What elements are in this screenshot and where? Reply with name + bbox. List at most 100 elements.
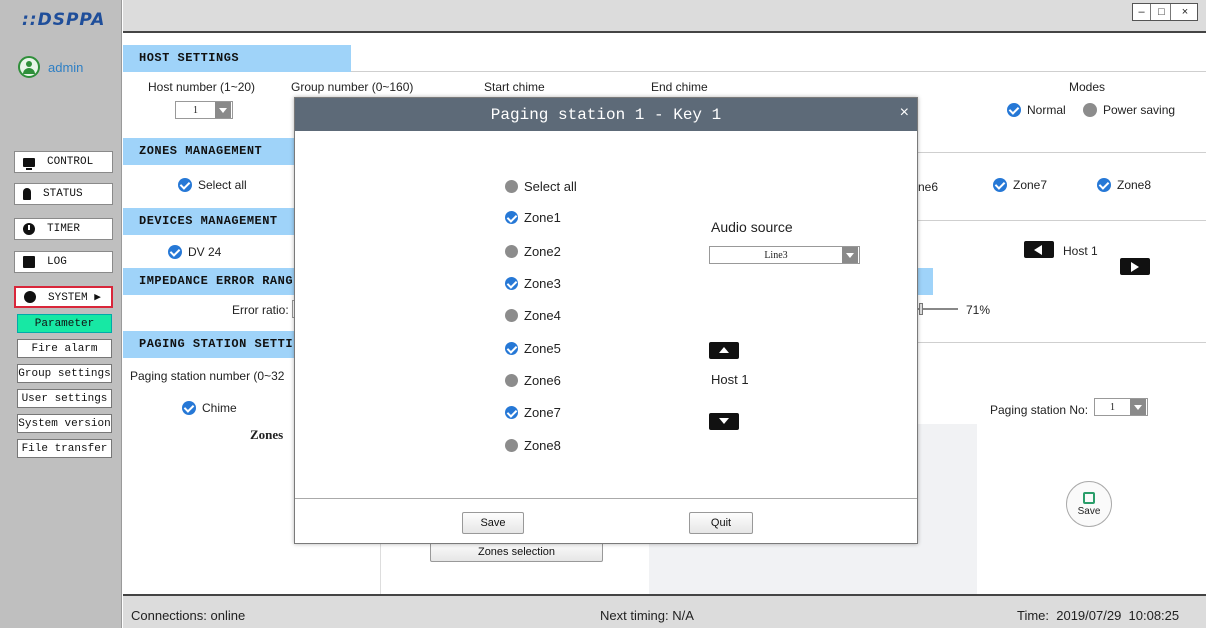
host-number-select[interactable]: 1 — [175, 101, 233, 119]
paging-station-no-select[interactable]: 1 — [1094, 398, 1148, 416]
checked-icon — [505, 277, 518, 290]
maximize-button[interactable]: □ — [1153, 4, 1171, 20]
checked-icon — [1097, 178, 1111, 192]
submenu-user-settings[interactable]: User settings — [17, 389, 112, 408]
zone8-checkbox[interactable]: Zone8 — [1097, 178, 1151, 192]
dialog-zone6-checkbox[interactable]: Zone6 — [505, 373, 561, 388]
zones-label: Zones — [250, 427, 284, 442]
dialog-title: Paging station 1 - Key 1 — [490, 105, 722, 124]
save-icon — [1083, 491, 1095, 504]
gear-icon — [24, 291, 36, 303]
audio-source-value: Line3 — [764, 249, 788, 261]
close-button[interactable]: × — [1173, 4, 1197, 20]
submenu-fire-alarm[interactable]: Fire alarm — [17, 339, 112, 358]
checked-icon — [1007, 103, 1021, 117]
zones-selection-button[interactable]: Zones selection — [430, 541, 603, 562]
error-ratio-label: Error ratio: — [232, 303, 289, 317]
host-number-value: 1 — [193, 104, 198, 116]
status-bar: Connections: online Next timing: N/A Tim… — [123, 594, 1206, 628]
user-info: admin — [18, 56, 83, 78]
connections-status: Connections: online — [131, 608, 246, 623]
zone8-label: Zone8 — [1117, 178, 1152, 192]
paging-station-no-value: 1 — [1110, 401, 1115, 413]
submenu-system-version[interactable]: System version — [17, 414, 112, 433]
mode-power-saving-label: Power saving — [1103, 103, 1176, 117]
nav-log-button[interactable]: LOG — [14, 251, 113, 273]
unchecked-icon — [505, 374, 518, 387]
dialog-host-label: Host 1 — [711, 372, 749, 387]
window-controls: – □ × — [1132, 3, 1198, 21]
zones-select-all-label: Select all — [198, 178, 247, 192]
dialog-zone2-label: Zone2 — [524, 244, 561, 259]
unchecked-icon — [505, 245, 518, 258]
dialog-zone5-label: Zone5 — [524, 341, 561, 356]
username: admin — [48, 59, 84, 75]
status-icon — [23, 188, 31, 200]
mode-power-saving-radio[interactable]: Power saving — [1083, 103, 1175, 117]
dialog-zone7-checkbox[interactable]: Zone7 — [505, 405, 561, 420]
device-dv24-label: DV 24 — [188, 245, 222, 259]
audio-source-select[interactable]: Line3 — [709, 246, 860, 264]
unchecked-icon — [505, 439, 518, 452]
dialog-quit-button[interactable]: Quit — [689, 512, 753, 534]
host-number-label: Host number (1~20) — [148, 80, 256, 94]
checked-icon — [505, 406, 518, 419]
dialog-zone6-label: Zone6 — [524, 373, 561, 388]
dialog-zone3-checkbox[interactable]: Zone3 — [505, 276, 561, 291]
nav-timer-button[interactable]: TIMER — [14, 218, 113, 240]
dialog-header: Paging station 1 - Key 1 — [295, 98, 917, 131]
checked-icon — [505, 211, 518, 224]
nav-control-button[interactable]: CONTROL — [14, 151, 113, 173]
log-icon — [23, 256, 35, 268]
dialog-close-icon[interactable]: × — [900, 104, 909, 122]
dropdown-arrow-icon — [215, 102, 231, 118]
host-prev-button[interactable] — [1024, 241, 1054, 258]
checked-icon — [993, 178, 1007, 192]
dialog-zone5-checkbox[interactable]: Zone5 — [505, 341, 561, 356]
dropdown-arrow-icon — [1130, 399, 1146, 415]
chime-label: Chime — [202, 401, 237, 415]
save-round-button[interactable]: Save — [1066, 481, 1112, 527]
nav-system-label: SYSTEM ▶ — [48, 292, 101, 304]
nav-log-label: LOG — [47, 256, 67, 268]
submenu-file-transfer[interactable]: File transfer — [17, 439, 112, 458]
chime-checkbox[interactable]: Chime — [182, 401, 237, 415]
dialog-zone1-checkbox[interactable]: Zone1 — [505, 210, 561, 225]
monitor-icon — [23, 157, 35, 170]
dialog-select-all-label: Select all — [524, 179, 577, 194]
checked-icon — [505, 342, 518, 355]
zone6-partial-label: ne6 — [918, 180, 939, 194]
paging-key-dialog: Paging station 1 - Key 1 × Select all Zo… — [294, 97, 918, 544]
dialog-zone4-label: Zone4 — [524, 308, 561, 323]
dialog-select-all-checkbox[interactable]: Select all — [505, 179, 577, 194]
submenu-parameter[interactable]: Parameter — [17, 314, 112, 333]
dropdown-arrow-icon — [842, 247, 858, 263]
minimize-button[interactable]: – — [1133, 4, 1151, 20]
title-bar: – □ × — [123, 0, 1206, 33]
zone7-checkbox[interactable]: Zone7 — [993, 178, 1047, 192]
mode-normal-radio[interactable]: Normal — [1007, 103, 1066, 117]
zones-select-all-checkbox[interactable]: Select all — [178, 178, 247, 192]
save-round-label: Save — [1077, 505, 1101, 517]
unchecked-icon — [505, 180, 518, 193]
dialog-save-button[interactable]: Save — [462, 512, 524, 534]
submenu-group-settings[interactable]: Group settings — [17, 364, 112, 383]
nav-status-button[interactable]: STATUS — [14, 183, 113, 205]
audio-source-label: Audio source — [711, 219, 793, 235]
nav-system-button[interactable]: SYSTEM ▶ — [14, 286, 113, 308]
sidebar: ::DSPPA admin CONTROL STATUS TIMER LOG S… — [0, 0, 122, 628]
host-down-button[interactable] — [709, 413, 739, 430]
host-up-button[interactable] — [709, 342, 739, 359]
dialog-zone4-checkbox[interactable]: Zone4 — [505, 308, 561, 323]
group-number-label: Group number (0~160) — [291, 80, 414, 94]
dialog-zone2-checkbox[interactable]: Zone2 — [505, 244, 561, 259]
devices-host-label: Host 1 — [1063, 244, 1098, 258]
nav-timer-label: TIMER — [47, 223, 81, 235]
dialog-zone8-checkbox[interactable]: Zone8 — [505, 438, 561, 453]
device-dv24-checkbox[interactable]: DV 24 — [168, 245, 221, 259]
paging-station-no-label: Paging station No: — [990, 403, 1089, 417]
host-next-button[interactable] — [1120, 258, 1150, 275]
impedance-slider-track[interactable] — [918, 308, 958, 310]
impedance-slider-handle[interactable] — [919, 303, 923, 315]
modes-label: Modes — [1069, 80, 1106, 94]
